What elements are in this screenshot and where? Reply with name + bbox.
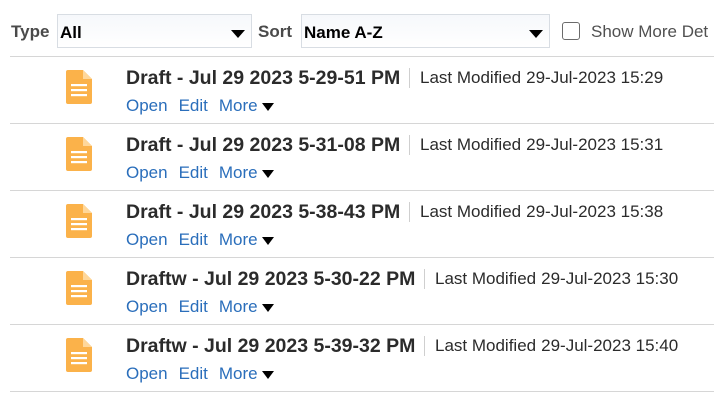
item-actions: Open Edit More: [126, 96, 274, 116]
last-modified-label: Last Modified: [435, 336, 537, 355]
list-item: Draft - Jul 29 2023 5-31-08 PM Last Modi…: [10, 123, 714, 191]
item-actions: Open Edit More: [126, 297, 274, 317]
edit-link[interactable]: Edit: [179, 96, 208, 115]
title-divider: [409, 135, 410, 155]
last-modified-value: 29-Jul-2023 15:31: [526, 135, 664, 154]
more-menu[interactable]: More: [219, 230, 274, 249]
last-modified: Last Modified 29-Jul-2023 15:29: [420, 68, 663, 88]
last-modified-label: Last Modified: [435, 269, 537, 288]
document-list: Draft - Jul 29 2023 5-29-51 PM Last Modi…: [10, 56, 714, 402]
item-title[interactable]: Draftw - Jul 29 2023 5-39-32 PM: [126, 335, 415, 358]
last-modified-value: 29-Jul-2023 15:40: [541, 336, 679, 355]
list-item: Draftw - Jul 29 2023 5-30-22 PM Last Mod…: [10, 257, 714, 325]
chevron-down-icon: [529, 30, 543, 38]
more-menu[interactable]: More: [219, 297, 274, 316]
last-modified-value: 29-Jul-2023 15:29: [526, 68, 664, 87]
title-divider: [424, 336, 425, 356]
title-divider: [424, 269, 425, 289]
caret-down-icon: [261, 370, 274, 379]
item-actions: Open Edit More: [126, 230, 274, 250]
item-title[interactable]: Draft - Jul 29 2023 5-38-43 PM: [126, 201, 400, 224]
caret-down-icon: [261, 303, 274, 312]
caret-down-icon: [261, 236, 274, 245]
more-label: More: [218, 163, 258, 182]
more-label: More: [218, 230, 258, 249]
last-modified-label: Last Modified: [420, 68, 522, 87]
caret-down-icon: [261, 102, 274, 111]
open-link[interactable]: Open: [126, 364, 168, 383]
more-label: More: [218, 297, 258, 316]
open-link[interactable]: Open: [126, 297, 168, 316]
edit-link[interactable]: Edit: [179, 230, 208, 249]
more-menu[interactable]: More: [219, 96, 274, 115]
sort-select-value: Name A-Z: [304, 23, 383, 42]
open-link[interactable]: Open: [126, 96, 168, 115]
sort-label: Sort: [258, 22, 292, 41]
item-title[interactable]: Draftw - Jul 29 2023 5-30-22 PM: [126, 268, 415, 291]
show-more-checkbox[interactable]: [562, 22, 580, 40]
edit-link[interactable]: Edit: [179, 364, 208, 383]
edit-link[interactable]: Edit: [179, 297, 208, 316]
document-icon[interactable]: [66, 338, 92, 372]
document-icon[interactable]: [66, 70, 92, 104]
chevron-down-icon: [231, 30, 245, 38]
show-more-label[interactable]: Show More Det: [591, 22, 708, 42]
sort-select[interactable]: Name A-Z: [301, 14, 550, 48]
more-label: More: [218, 96, 258, 115]
open-link[interactable]: Open: [126, 163, 168, 182]
document-icon[interactable]: [66, 204, 92, 238]
open-link[interactable]: Open: [126, 230, 168, 249]
list-item: Draftw - Jul 29 2023 5-39-32 PM Last Mod…: [10, 324, 714, 392]
item-title[interactable]: Draft - Jul 29 2023 5-29-51 PM: [126, 67, 400, 90]
last-modified: Last Modified 29-Jul-2023 15:38: [420, 202, 663, 222]
last-modified-label: Last Modified: [420, 135, 522, 154]
type-label: Type: [11, 22, 50, 41]
type-select-value: All: [60, 23, 82, 42]
document-icon[interactable]: [66, 137, 92, 171]
filter-toolbar: Type All Sort Name A-Z Show More Det: [0, 0, 714, 56]
document-icon[interactable]: [66, 271, 92, 305]
title-divider: [409, 202, 410, 222]
last-modified-label: Last Modified: [420, 202, 522, 221]
list-bottom-divider: [10, 391, 714, 393]
list-item: Draft - Jul 29 2023 5-38-43 PM Last Modi…: [10, 190, 714, 258]
more-label: More: [218, 364, 258, 383]
more-menu[interactable]: More: [219, 364, 274, 383]
type-select[interactable]: All: [57, 14, 252, 48]
last-modified: Last Modified 29-Jul-2023 15:31: [420, 135, 663, 155]
edit-link[interactable]: Edit: [179, 163, 208, 182]
item-title[interactable]: Draft - Jul 29 2023 5-31-08 PM: [126, 134, 400, 157]
last-modified: Last Modified 29-Jul-2023 15:40: [435, 336, 678, 356]
list-item: Draft - Jul 29 2023 5-29-51 PM Last Modi…: [10, 56, 714, 124]
caret-down-icon: [261, 169, 274, 178]
last-modified-value: 29-Jul-2023 15:30: [541, 269, 679, 288]
last-modified-value: 29-Jul-2023 15:38: [526, 202, 664, 221]
item-actions: Open Edit More: [126, 364, 274, 384]
title-divider: [409, 68, 410, 88]
last-modified: Last Modified 29-Jul-2023 15:30: [435, 269, 678, 289]
item-actions: Open Edit More: [126, 163, 274, 183]
more-menu[interactable]: More: [219, 163, 274, 182]
